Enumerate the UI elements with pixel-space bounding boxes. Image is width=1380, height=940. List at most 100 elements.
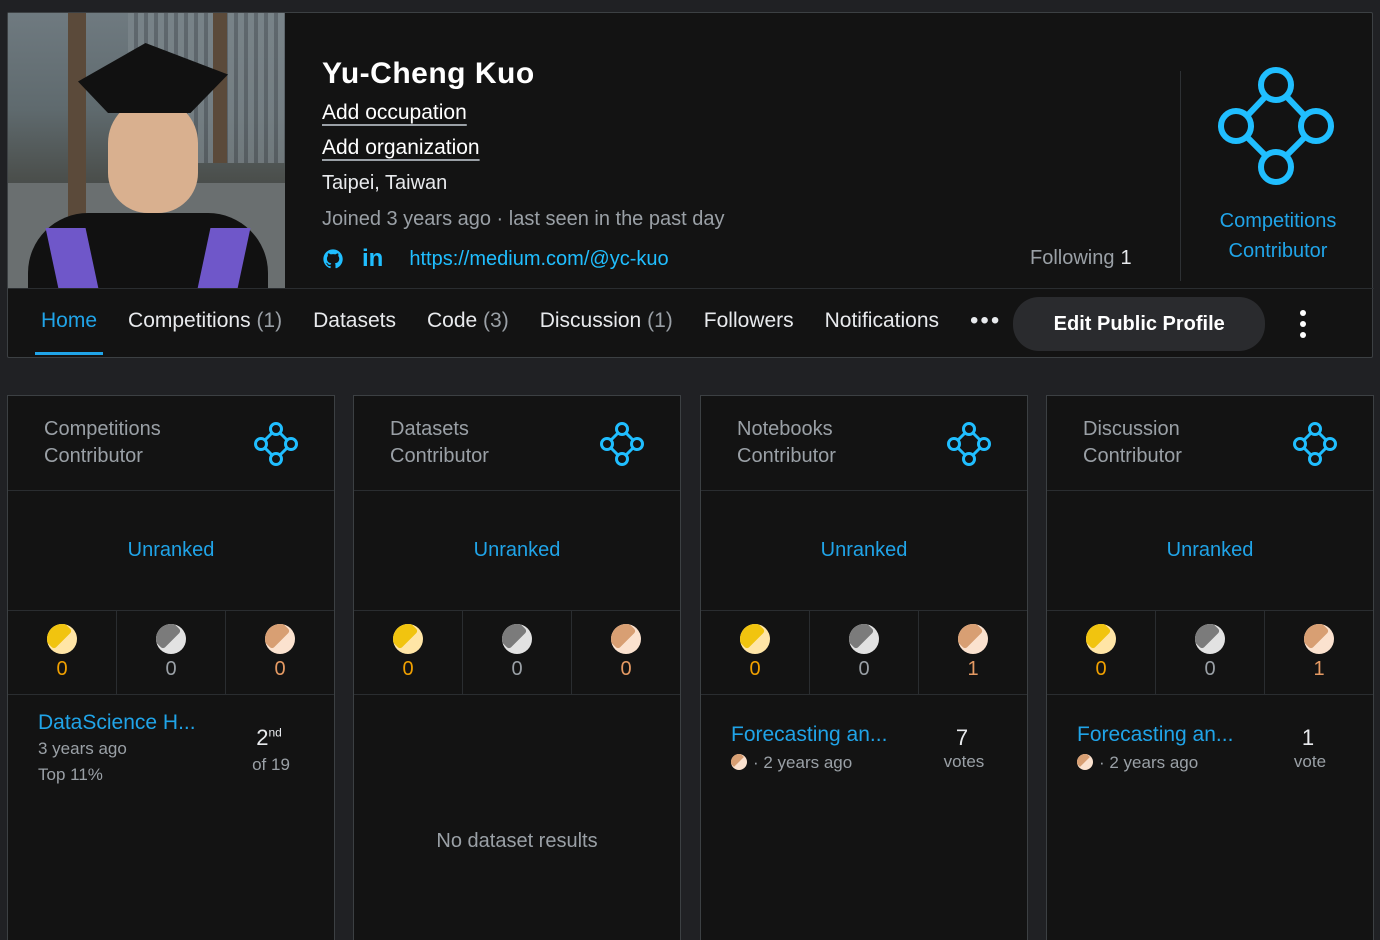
contributor-tier-icon [254, 422, 298, 466]
contributor-tier-icon [1218, 67, 1334, 185]
empty-state-text: No dataset results [436, 830, 598, 852]
card-title: Datasets Contributor [390, 416, 570, 470]
competitions-tier-card: Competitions Contributor Unranked 0 0 0 D… [7, 395, 335, 940]
vote-count: 1 [1301, 725, 1315, 750]
silver-medal-icon [849, 624, 879, 654]
bronze-medals: 1 [1265, 611, 1373, 694]
vote-label: vote [1293, 752, 1327, 771]
card-title-line-2: Contributor [1083, 445, 1182, 467]
social-links: in https://medium.com/@yc-kuo [322, 245, 669, 273]
card-title-line-1: Competitions [44, 418, 161, 440]
profile-photo[interactable] [8, 13, 285, 289]
silver-count: 0 [511, 658, 523, 680]
bronze-medals: 1 [919, 611, 1027, 694]
medal-row: 0 0 0 [354, 611, 680, 695]
bronze-medal-icon [958, 624, 988, 654]
card-body: Forecasting an... · 2 years ago 1 vote [1047, 695, 1373, 940]
silver-count: 0 [1204, 658, 1216, 680]
bronze-count: 0 [620, 658, 632, 680]
medal-row: 0 0 0 [8, 611, 334, 695]
tab-discussion[interactable]: Discussion (1) [540, 289, 673, 359]
gold-count: 0 [1095, 658, 1107, 680]
silver-count: 0 [165, 658, 177, 680]
rank-text[interactable]: Unranked [8, 491, 334, 611]
contributor-tier-icon [1293, 422, 1337, 466]
rank-text[interactable]: Unranked [354, 491, 680, 611]
tab-notifications[interactable]: Notifications [825, 289, 939, 359]
bronze-medal-icon [265, 624, 295, 654]
silver-medal-icon [502, 624, 532, 654]
competition-title-link[interactable]: DataScience H... [38, 711, 196, 735]
header-divider [1180, 71, 1181, 281]
silver-medals: 0 [810, 611, 919, 694]
card-header: Notebooks Contributor [701, 396, 1027, 491]
profile-tabs: Home Competitions (1) Datasets Code (3) … [8, 289, 1374, 359]
more-tabs-button[interactable]: ••• [970, 289, 1001, 359]
tab-followers[interactable]: Followers [704, 289, 794, 359]
gold-medals: 0 [1047, 611, 1156, 694]
linkedin-icon[interactable]: in [362, 245, 383, 273]
competition-total: of 19 [252, 755, 290, 774]
card-title: Notebooks Contributor [737, 416, 917, 470]
tab-notifications-label: Notifications [824, 309, 940, 332]
following-count[interactable]: Following 1 [1030, 247, 1132, 270]
silver-medals: 0 [463, 611, 572, 694]
bronze-count: 0 [274, 658, 286, 680]
tab-discussion-label: Discussion [539, 309, 642, 332]
bronze-medals: 0 [572, 611, 680, 694]
tab-home-label: Home [41, 309, 98, 332]
medium-link[interactable]: https://medium.com/@yc-kuo [409, 248, 668, 271]
edit-public-profile-button[interactable]: Edit Public Profile [1013, 297, 1266, 351]
location-text: Taipei, Taiwan [322, 172, 448, 194]
silver-medal-icon [156, 624, 186, 654]
tab-datasets[interactable]: Datasets [313, 289, 396, 359]
tier-line-2: Contributor [1228, 240, 1328, 262]
rank-text[interactable]: Unranked [701, 491, 1027, 611]
place-number: 2 [256, 725, 269, 750]
competition-percentile: Top 11% [38, 765, 103, 784]
vote-label: votes [943, 752, 985, 771]
medal-row: 0 0 1 [701, 611, 1027, 695]
bronze-count: 1 [1313, 658, 1325, 680]
discussion-tier-card: Discussion Contributor Unranked 0 0 1 For… [1046, 395, 1374, 940]
joined-text: Joined 3 years ago · last seen in the pa… [322, 208, 725, 230]
profile-header: Yu-Cheng Kuo Add occupation Add organiza… [7, 12, 1374, 359]
card-title-line-1: Discussion [1083, 418, 1180, 440]
datasets-tier-card: Datasets Contributor Unranked 0 0 0 No da… [353, 395, 681, 940]
tab-home[interactable]: Home [34, 289, 104, 359]
gold-medal-icon [393, 624, 423, 654]
gold-count: 0 [402, 658, 414, 680]
gold-medals: 0 [701, 611, 810, 694]
tab-competitions[interactable]: Competitions (1) [128, 289, 282, 359]
bronze-count: 1 [967, 658, 979, 680]
tab-competitions-label: Competitions [128, 309, 251, 332]
contributor-tier-icon [600, 422, 644, 466]
card-title-line-2: Contributor [44, 445, 143, 467]
add-occupation-link[interactable]: Add occupation [322, 101, 467, 125]
github-icon[interactable] [322, 248, 344, 270]
tab-code[interactable]: Code (3) [427, 289, 509, 359]
vote-count: 7 [955, 725, 969, 750]
notebook-title-link[interactable]: Forecasting an... [731, 723, 887, 747]
place-suffix: nd [268, 725, 282, 740]
card-title-line-1: Datasets [390, 418, 469, 440]
tab-followers-label: Followers [703, 309, 794, 332]
tier-label: Competitions Contributor [1198, 206, 1358, 266]
gold-medal-icon [47, 624, 77, 654]
silver-medals: 0 [117, 611, 226, 694]
kebab-menu-icon[interactable] [1289, 310, 1317, 338]
card-title-line-1: Notebooks [737, 418, 833, 440]
rank-text[interactable]: Unranked [1047, 491, 1373, 611]
gold-count: 0 [56, 658, 68, 680]
discussion-meta: · 2 years ago [1077, 753, 1198, 773]
discussion-title-link[interactable]: Forecasting an... [1077, 723, 1233, 747]
silver-count: 0 [858, 658, 870, 680]
card-title: Discussion Contributor [1083, 416, 1263, 470]
add-organization-link[interactable]: Add organization [322, 136, 480, 160]
following-number: 1 [1120, 247, 1132, 269]
tab-code-count: (3) [483, 309, 509, 332]
card-body: DataScience H... 3 years ago Top 11% 2nd… [8, 695, 334, 940]
tab-code-label: Code [426, 309, 478, 332]
bronze-medals: 0 [226, 611, 334, 694]
tab-datasets-label: Datasets [313, 309, 396, 332]
